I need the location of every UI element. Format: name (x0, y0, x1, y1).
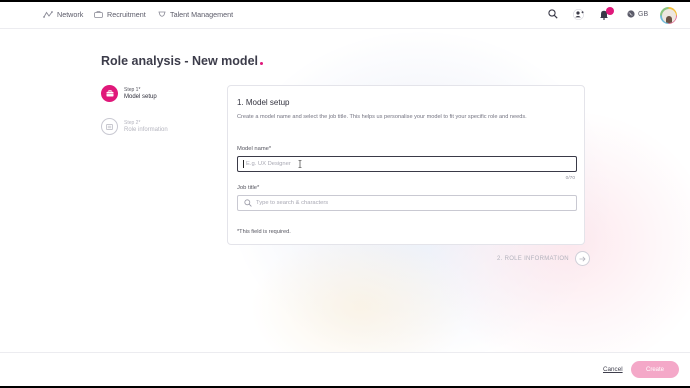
step-1-number: Step 1* (124, 87, 141, 93)
nav-talent-management-label: Talent Management (170, 10, 234, 19)
step-model-setup[interactable]: Step 1* Model setup (101, 85, 157, 102)
globe-icon (627, 10, 635, 18)
create-button[interactable]: Create (631, 361, 679, 378)
ibeam-cursor-icon (298, 160, 302, 168)
search-icon (244, 199, 252, 207)
avatar[interactable] (660, 7, 677, 24)
step-role-information[interactable]: Step 2* Role information (101, 118, 168, 135)
step-2-number: Step 2* (124, 120, 141, 126)
nav-recruitment-label: Recruitment (107, 10, 146, 19)
job-title-placeholder: Type to search & characters (256, 200, 329, 206)
next-step-label: 2. ROLE INFORMATION (497, 255, 569, 262)
list-icon (106, 123, 113, 130)
model-name-placeholder: E.g. UX Designer (246, 161, 291, 167)
title-accent-dot (260, 62, 263, 65)
step-2-text: Step 2* Role information (124, 120, 168, 133)
nav-network[interactable]: Network (43, 10, 83, 19)
job-title-search-input[interactable]: Type to search & characters (237, 195, 577, 211)
character-counter: 0/70 (565, 176, 575, 181)
avatar-image (661, 8, 676, 23)
nav-network-label: Network (57, 10, 84, 19)
app-frame: Network Recruitment Talent Management GB… (0, 2, 690, 386)
create-button-label: Create (645, 366, 664, 373)
model-name-label: Model name* (237, 146, 272, 152)
page-title: Role analysis - New model (101, 54, 263, 68)
page-title-text: Role analysis - New model (101, 54, 258, 68)
model-name-input[interactable]: E.g. UX Designer (237, 156, 577, 172)
arrow-right-icon (579, 256, 586, 261)
nav-recruitment[interactable]: Recruitment (94, 10, 146, 19)
top-navigation-bar: Network Recruitment Talent Management GB (0, 2, 690, 29)
briefcase-icon (106, 90, 113, 97)
job-title-label: Job title* (237, 185, 260, 191)
nav-talent-management[interactable]: Talent Management (158, 10, 233, 19)
notification-badge (606, 7, 614, 15)
footer-action-bar: Cancel Create (0, 352, 690, 386)
card-description: Create a model name and select the job t… (237, 114, 527, 120)
card-title: 1. Model setup (237, 98, 290, 107)
cancel-button[interactable]: Cancel (603, 366, 623, 373)
text-caret (243, 160, 244, 168)
next-step-role-information[interactable]: 2. ROLE INFORMATION (497, 251, 590, 266)
add-user-button[interactable] (572, 9, 585, 20)
step-2-circle (101, 118, 118, 135)
language-selector[interactable]: GB (627, 10, 648, 18)
search-icon (548, 9, 558, 19)
add-user-icon (573, 9, 584, 20)
network-icon (43, 11, 53, 18)
language-label: GB (638, 10, 649, 18)
recruitment-icon (94, 11, 103, 18)
step-1-circle (101, 85, 118, 102)
model-setup-card: 1. Model setup Create a model name and s… (227, 85, 585, 245)
required-field-note: *This field is required. (237, 229, 291, 235)
search-button[interactable] (548, 9, 558, 19)
next-step-circle (574, 251, 590, 266)
step-2-name: Role information (124, 127, 168, 133)
step-1-text: Step 1* Model setup (124, 87, 157, 100)
step-1-name: Model setup (124, 94, 157, 100)
talent-management-icon (158, 11, 166, 17)
